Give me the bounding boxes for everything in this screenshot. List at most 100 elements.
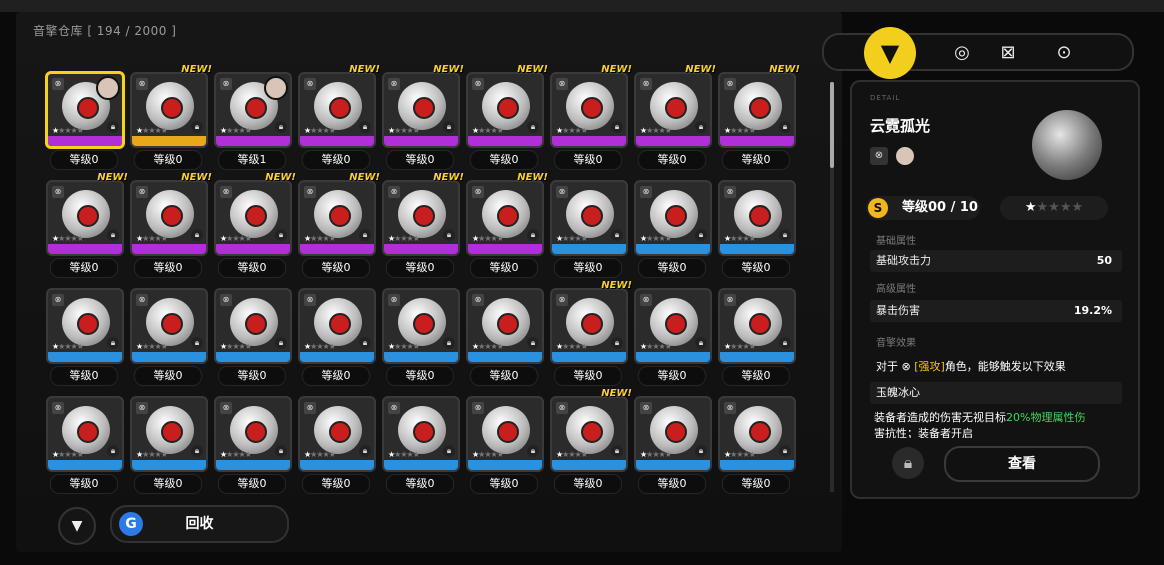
item-frame: ⊗ ★★★★★ 🔒︎ bbox=[130, 288, 208, 364]
item-card[interactable]: ⊗ ★★★★★ 🔒︎ 等级0 bbox=[298, 396, 376, 496]
type-icon: ⊗ bbox=[556, 186, 568, 198]
item-card[interactable]: ⊗ ★★★★★ 🔒︎ NEW! 等级0 bbox=[550, 64, 632, 172]
disc-core bbox=[497, 421, 519, 443]
new-badge: NEW! bbox=[601, 64, 632, 75]
rarity-bar bbox=[132, 136, 206, 146]
disc-image bbox=[230, 190, 278, 238]
item-card[interactable]: ⊗ ★★★★★ 🔒︎ NEW! 等级0 bbox=[130, 172, 212, 280]
item-frame: ⊗ ★★★★★ 🔒︎ bbox=[718, 396, 796, 472]
rarity-bar bbox=[636, 352, 710, 362]
rarity-bar bbox=[300, 136, 374, 146]
item-level: 等级0 bbox=[50, 474, 118, 494]
tab-dismantle[interactable]: ⊠ bbox=[990, 35, 1026, 71]
item-card[interactable]: ⊗ ★★★★★ 🔒︎ 等级0 bbox=[466, 396, 544, 496]
type-icon: ⊗ bbox=[220, 294, 232, 306]
disc-core bbox=[413, 205, 435, 227]
view-button[interactable]: 查看 bbox=[944, 446, 1100, 482]
item-level: 等级0 bbox=[302, 150, 370, 170]
tab-disc[interactable]: ◎ bbox=[944, 35, 980, 71]
item-frame: ⊗ ★★★★★ 🔒︎ bbox=[298, 180, 376, 256]
disc-image bbox=[482, 190, 530, 238]
item-frame: ⊗ ★★★★★ 🔒︎ bbox=[550, 288, 628, 364]
star-rating: ★★★★★ bbox=[52, 126, 84, 135]
disc-image bbox=[398, 190, 446, 238]
item-card[interactable]: ⊗ ★★★★★ 🔒︎ 等级0 bbox=[130, 396, 208, 496]
item-card[interactable]: ⊗ ★★★★★ 🔒︎ 等级0 bbox=[718, 180, 796, 280]
type-icon: ⊗ bbox=[870, 147, 888, 165]
item-card[interactable]: ⊗ ★★★★★ 🔒︎ 等级0 bbox=[718, 396, 796, 496]
item-card[interactable]: ⊗ ★★★★★ 🔒︎ 等级0 bbox=[214, 288, 292, 388]
item-card[interactable]: ⊗ ★★★★★ 🔒︎ 等级0 bbox=[214, 396, 292, 496]
rarity-bar bbox=[552, 136, 626, 146]
item-card[interactable]: ⊗ ★★★★★ 🔒︎ NEW! 等级0 bbox=[550, 280, 632, 388]
scrollbar-thumb[interactable] bbox=[830, 82, 834, 168]
item-card[interactable]: ⊗ ★★★★★ 🔒︎ 等级0 bbox=[46, 396, 124, 496]
item-card[interactable]: ⊗ ★★★★★ 🔒︎ NEW! 等级0 bbox=[634, 64, 716, 172]
star-rating: ★★★★★ bbox=[388, 234, 420, 243]
star-rating: ★★★★★ bbox=[52, 342, 84, 351]
star-rating: ★★★★★ bbox=[388, 450, 420, 459]
rarity-bar bbox=[468, 352, 542, 362]
warehouse-title: 音擎仓库 [ 194 / 2000 ] bbox=[33, 24, 177, 38]
item-level: 等级0 bbox=[134, 258, 202, 278]
item-card[interactable]: ⊗ ★★★★★ 🔒︎ 等级0 bbox=[46, 288, 124, 388]
item-card[interactable]: ⊗ ★★★★★ 🔒︎ NEW! 等级0 bbox=[46, 172, 128, 280]
rarity-bar bbox=[216, 460, 290, 470]
lock-button[interactable]: 🔒︎ bbox=[892, 447, 924, 479]
item-card[interactable]: ⊗ ★★★★★ 🔒︎ NEW! 等级0 bbox=[382, 172, 464, 280]
star-rating: ★★★★★ bbox=[724, 126, 756, 135]
item-frame: ⊗ ★★★★★ 🔒︎ bbox=[130, 180, 208, 256]
star-rating: ★★★★★ bbox=[52, 234, 84, 243]
item-card[interactable]: ⊗ ★★★★★ 🔒︎ NEW! 等级0 bbox=[550, 388, 632, 496]
lock-icon: 🔒︎ bbox=[527, 229, 539, 241]
star-rating: ★★★★★ bbox=[304, 342, 336, 351]
tab-equipment[interactable]: ▼ bbox=[864, 27, 916, 79]
new-badge: NEW! bbox=[433, 172, 464, 183]
rarity-bar bbox=[636, 460, 710, 470]
item-card[interactable]: ⊗ ★★★★★ 🔒︎ NEW! 等级0 bbox=[298, 64, 380, 172]
item-card[interactable]: ⊗ ★★★★★ 🔒︎ 等级0 bbox=[634, 288, 712, 388]
item-card[interactable]: ⊗ ★★★★★ 🔒︎ NEW! 等级0 bbox=[298, 172, 380, 280]
item-card[interactable]: ⊗ ★★★★★ 🔒︎ 等级0 bbox=[382, 288, 460, 388]
grid-scrollbar[interactable] bbox=[830, 82, 834, 492]
base-stat-row: 基础攻击力 50 bbox=[870, 250, 1122, 272]
type-icon: ⊗ bbox=[220, 78, 232, 90]
item-card[interactable]: ⊗ ★★★★★ 🔒︎ 等级0 bbox=[466, 288, 544, 388]
item-card[interactable]: ⊗ ★★★★★ 🔒︎ 等级0 bbox=[718, 288, 796, 388]
item-frame: ⊗ ★★★★★ 🔒︎ bbox=[298, 396, 376, 472]
filter-button[interactable]: ▼ bbox=[58, 507, 96, 545]
item-card[interactable]: ⊗ ★★★★★ 🔒︎ 等级0 bbox=[45, 71, 125, 172]
lock-icon: 🔒︎ bbox=[359, 337, 371, 349]
lock-icon: 🔒︎ bbox=[443, 337, 455, 349]
base-stat-name: 基础攻击力 bbox=[876, 254, 931, 267]
star-rating: ★★★★★ bbox=[556, 126, 588, 135]
item-card[interactable]: ⊗ ★★★★★ 🔒︎ 等级0 bbox=[634, 396, 712, 496]
item-card[interactable]: ⊗ ★★★★★ 🔒︎ NEW! 等级0 bbox=[130, 64, 212, 172]
item-card[interactable]: ⊗ ★★★★★ 🔒︎ 等级0 bbox=[634, 180, 712, 280]
type-icon: ⊗ bbox=[52, 78, 64, 90]
type-icon: ⊗ bbox=[220, 402, 232, 414]
tab-storage[interactable]: ⊙ bbox=[1046, 35, 1082, 71]
item-card[interactable]: ⊗ ★★★★★ 🔒︎ 等级0 bbox=[382, 396, 460, 496]
recycle-button[interactable]: G 回收 bbox=[110, 505, 289, 543]
item-level: 等级0 bbox=[218, 474, 286, 494]
disc-image bbox=[230, 298, 278, 346]
item-card[interactable]: ⊗ ★★★★★ 🔒︎ NEW! 等级0 bbox=[466, 64, 548, 172]
item-card[interactable]: ⊗ ★★★★★ 🔒︎ 等级0 bbox=[550, 180, 628, 280]
item-card[interactable]: ⊗ ★★★★★ 🔒︎ 等级0 bbox=[298, 288, 376, 388]
disc-core bbox=[329, 205, 351, 227]
item-card[interactable]: ⊗ ★★★★★ 🔒︎ NEW! 等级0 bbox=[466, 172, 548, 280]
disc-image bbox=[230, 406, 278, 454]
rarity-bar bbox=[552, 244, 626, 254]
item-card[interactable]: ⊗ ★★★★★ 🔒︎ NEW! 等级0 bbox=[214, 172, 296, 280]
rarity-bar bbox=[48, 136, 122, 146]
disc-image bbox=[314, 298, 362, 346]
item-card[interactable]: ⊗ ★★★★★ 🔒︎ 等级1 bbox=[214, 72, 292, 172]
item-card[interactable]: ⊗ ★★★★★ 🔒︎ 等级0 bbox=[130, 288, 208, 388]
item-grid: ⊗ ★★★★★ 🔒︎ 等级0 ⊗ ★★★★★ 🔒︎ NEW! 等级0 ⊗ ★★★★★ 🔒︎ 等级1 ⊗ ★★… bbox=[45, 64, 806, 502]
disc-core bbox=[77, 313, 99, 335]
item-card[interactable]: ⊗ ★★★★★ 🔒︎ NEW! 等级0 bbox=[382, 64, 464, 172]
lock-icon: 🔒︎ bbox=[611, 229, 623, 241]
item-card[interactable]: ⊗ ★★★★★ 🔒︎ NEW! 等级0 bbox=[718, 64, 800, 172]
item-level: 等级0 bbox=[386, 366, 454, 386]
